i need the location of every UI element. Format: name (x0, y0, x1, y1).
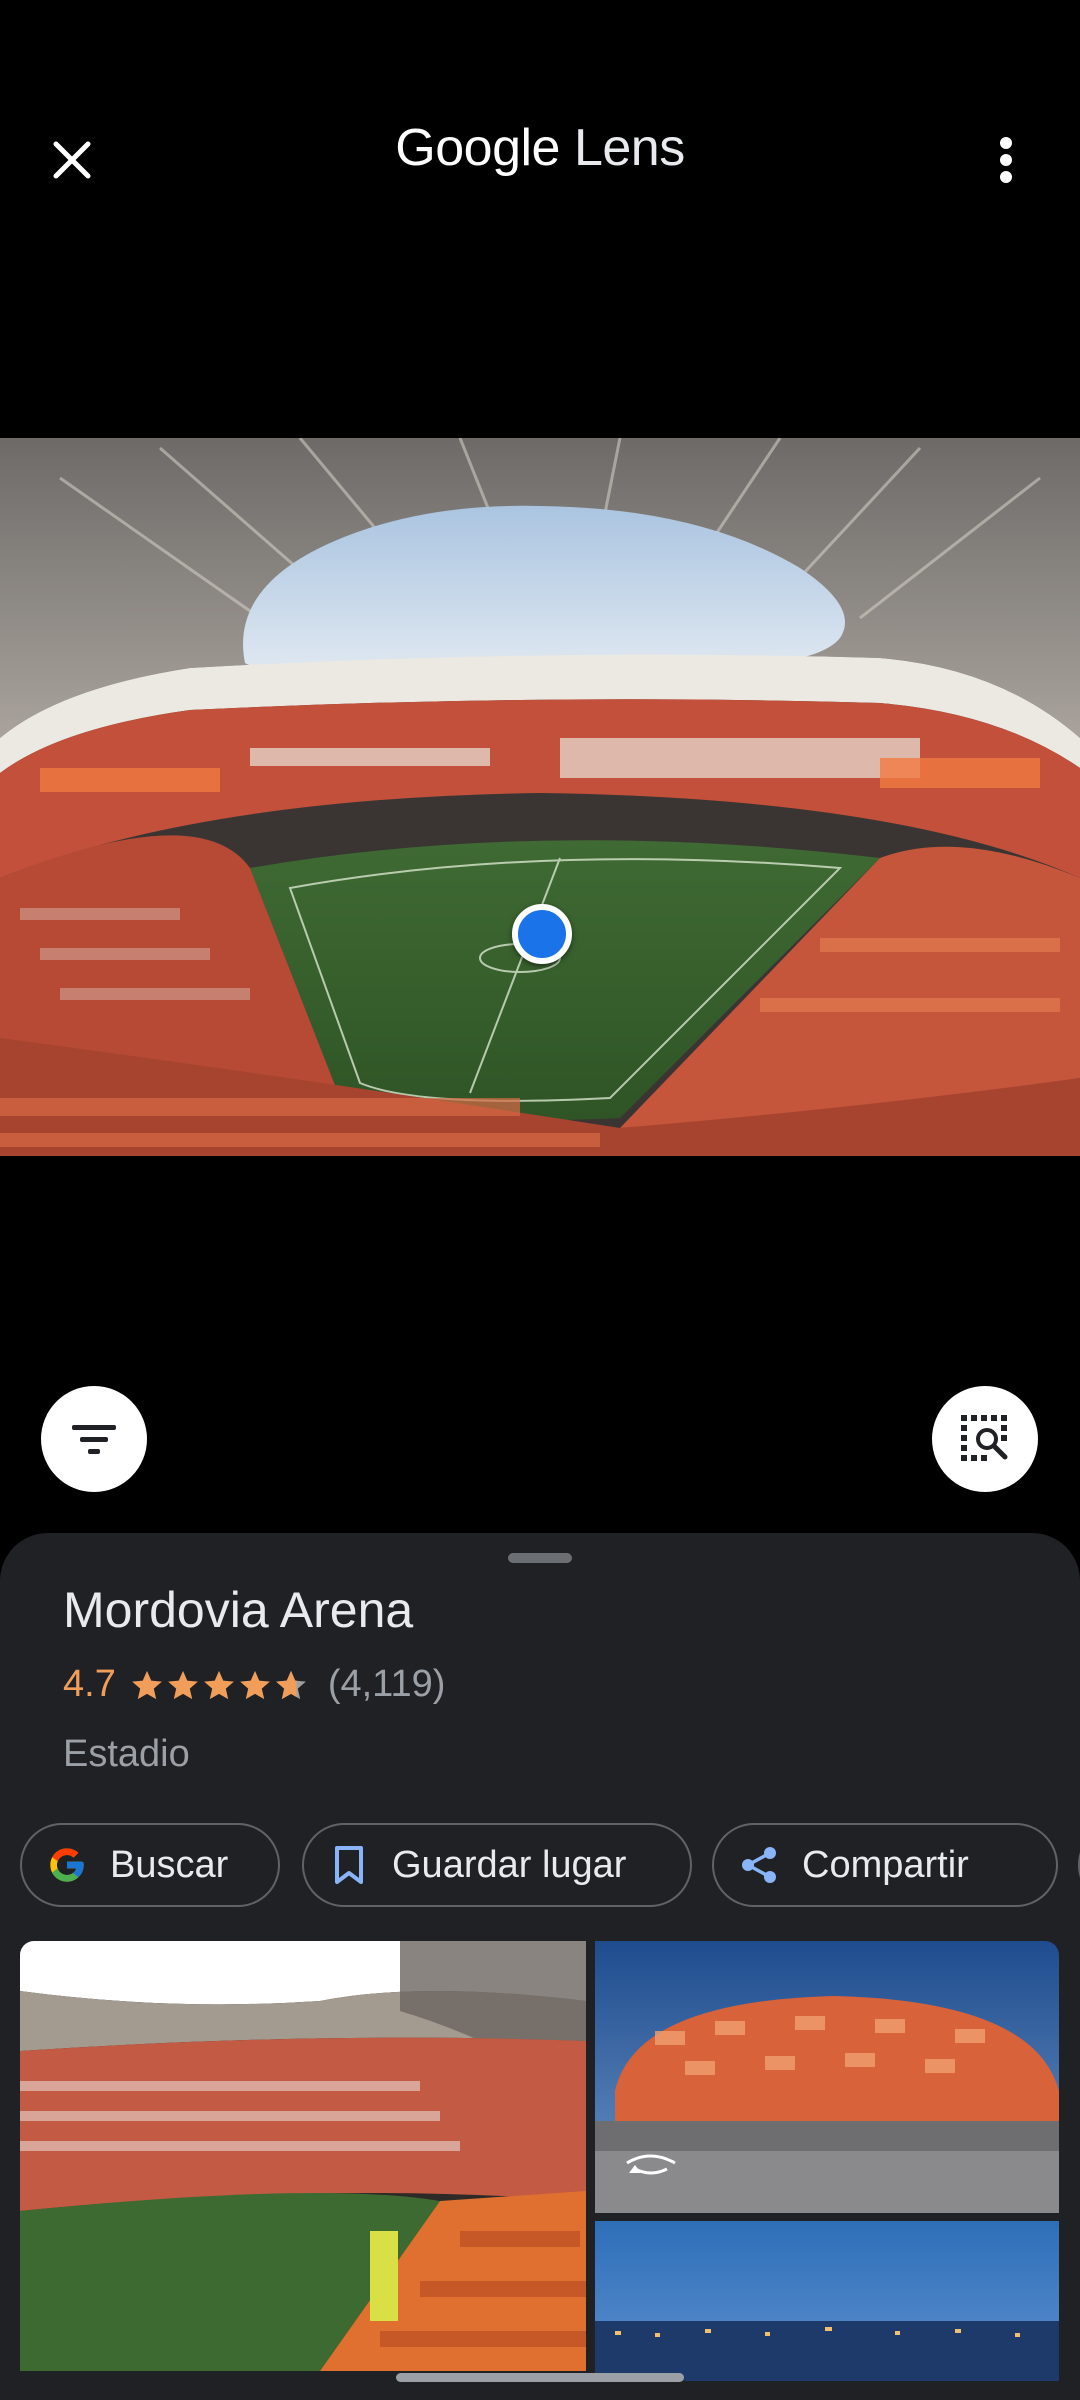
google-g-icon (46, 1844, 88, 1886)
top-bar: Google Lens (0, 0, 1080, 320)
more-vert-icon (1000, 137, 1012, 183)
more-options-button[interactable] (970, 124, 1042, 196)
filter-button[interactable] (41, 1386, 147, 1492)
image-result-thumbnail[interactable] (595, 1941, 1059, 2213)
select-search-area-button[interactable] (932, 1386, 1038, 1492)
action-chips: Buscar Guardar lugar Compartir (20, 1823, 1080, 1907)
star-rating (130, 1668, 308, 1702)
star-icon (203, 1670, 234, 1699)
stadium-exterior-photo (595, 1941, 1059, 2213)
title-brand: Google (395, 119, 560, 177)
rating-value: 4.7 (63, 1663, 116, 1705)
app-title: Google Lens (0, 118, 1080, 178)
share-icon (738, 1844, 780, 1886)
star-icon (131, 1670, 162, 1699)
share-chip[interactable]: Compartir (712, 1823, 1058, 1907)
save-place-chip-label: Guardar lugar (392, 1843, 627, 1886)
city-aerial-photo (595, 2221, 1059, 2381)
save-place-chip[interactable]: Guardar lugar (302, 1823, 692, 1907)
image-result-thumbnail[interactable] (595, 2221, 1059, 2381)
results-bottom-sheet[interactable]: Mordovia Arena 4.7 (4,119) Estadio Busca… (0, 1533, 1080, 2400)
filter-icon (72, 1425, 116, 1454)
object-focus-marker[interactable] (512, 904, 572, 964)
share-chip-label: Compartir (802, 1843, 969, 1886)
image-search-select-icon (961, 1415, 1008, 1461)
sheet-drag-handle[interactable] (508, 1553, 572, 1563)
stadium-interior-photo (20, 1941, 586, 2371)
stadium-photo (0, 438, 1080, 1156)
image-results-grid (0, 1941, 1080, 2400)
bookmark-icon (328, 1844, 370, 1886)
search-chip-label: Buscar (110, 1843, 229, 1886)
place-category: Estadio (63, 1733, 190, 1775)
image-result-thumbnail[interactable] (20, 1941, 586, 2371)
review-count[interactable]: (4,119) (328, 1663, 446, 1706)
search-chip[interactable]: Buscar (20, 1823, 280, 1907)
title-product: Lens (573, 119, 685, 177)
place-name: Mordovia Arena (63, 1582, 414, 1638)
rating-row: 4.7 (4,119) (63, 1663, 445, 1706)
star-icon (239, 1670, 270, 1699)
gesture-nav-bar[interactable] (396, 2373, 684, 2382)
main-image[interactable] (0, 438, 1080, 1156)
star-icon (167, 1670, 198, 1699)
star-half-icon (275, 1670, 306, 1699)
